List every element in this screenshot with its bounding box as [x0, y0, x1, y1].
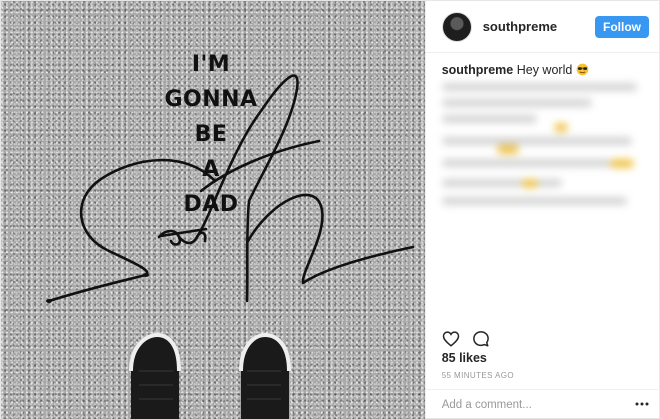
avatar[interactable]	[441, 11, 472, 42]
left-shoe	[129, 332, 181, 419]
comment-input[interactable]	[441, 399, 612, 411]
post-photo[interactable]: I'M GONNA BE A DAD	[1, 1, 425, 419]
more-options-icon[interactable]	[635, 402, 649, 406]
heart-icon[interactable]	[442, 330, 460, 348]
comment-icon[interactable]	[472, 330, 490, 348]
blurred-comments	[441, 79, 642, 209]
action-bar	[442, 330, 490, 348]
likes-count[interactable]: 85 likes	[442, 351, 487, 365]
post-timestamp[interactable]: 55 MINUTES AGO	[442, 371, 514, 380]
caption: southpreme Hey world	[426, 53, 659, 78]
handwritten-signature	[46, 74, 415, 303]
comment-box	[425, 389, 660, 419]
caption-username[interactable]: southpreme	[442, 63, 514, 77]
post-side-panel: southpreme Follow southpreme Hey world 8…	[424, 1, 660, 419]
header-username[interactable]: southpreme	[483, 19, 595, 34]
post-header: southpreme Follow	[425, 1, 659, 53]
right-shoe	[239, 332, 291, 419]
follow-button[interactable]: Follow	[595, 15, 649, 38]
instagram-post: I'M GONNA BE A DAD southpreme Follow sou…	[0, 0, 660, 419]
caption-text: Hey world	[516, 63, 573, 77]
sunglasses-emoji-icon	[576, 63, 589, 76]
